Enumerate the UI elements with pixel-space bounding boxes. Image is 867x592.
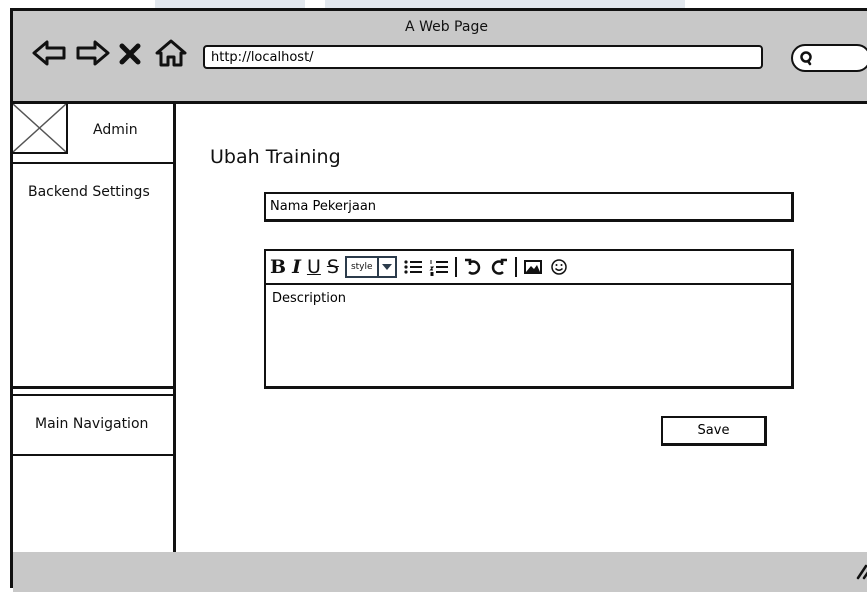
main-panel: Ubah Training B I U S style [179,104,867,552]
top-decoration [0,0,867,8]
bold-button[interactable]: B [270,257,286,277]
top-tab-shape [155,0,305,8]
numbered-list-icon[interactable] [428,257,449,277]
undo-icon[interactable] [463,257,483,277]
stop-icon[interactable] [117,38,143,68]
browser-window: A Web Page http://localhost/ Admin Backe… [10,8,867,592]
nama-pekerjaan-field[interactable] [264,192,794,222]
page-content: Admin Backend Settings Main Navigation U… [12,101,867,555]
resize-grip-icon[interactable] [854,562,867,580]
back-icon[interactable] [31,38,69,68]
image-icon[interactable] [523,257,543,277]
sidebar-item-backend-settings[interactable]: Backend Settings [13,164,176,389]
italic-button[interactable]: I [292,257,301,277]
page-title: Ubah Training [210,146,341,168]
style-select-value: style [350,262,373,272]
strikethrough-button[interactable]: S [327,257,339,277]
toolbar-divider [514,257,517,277]
image-placeholder-icon [12,103,67,153]
sidebar: Admin Backend Settings Main Navigation [12,103,176,552]
underline-button[interactable]: U [307,257,321,277]
toolbar-divider [454,257,457,277]
description-editor: B I U S style Description [264,249,794,389]
admin-label: Admin [93,122,138,138]
home-icon[interactable] [153,38,189,68]
forward-icon[interactable] [73,38,111,68]
window-title: A Web Page [405,19,488,35]
status-bar [13,552,867,592]
search-field[interactable] [791,44,867,72]
description-textarea[interactable]: Description [266,285,791,386]
chevron-down-icon [376,258,395,276]
editor-toolbar: B I U S style [266,251,791,285]
admin-box: Admin [12,103,176,164]
browser-chrome: A Web Page [13,11,867,101]
bullet-list-icon[interactable] [403,257,423,277]
sidebar-item-main-navigation[interactable]: Main Navigation [13,394,176,456]
top-tab-shape [325,0,685,8]
save-button[interactable]: Save [661,416,767,446]
emoji-icon[interactable] [549,257,569,277]
url-input[interactable] [203,45,763,69]
avatar [12,103,68,154]
search-icon [800,51,812,66]
style-select[interactable]: style [344,256,397,278]
redo-icon[interactable] [489,257,509,277]
